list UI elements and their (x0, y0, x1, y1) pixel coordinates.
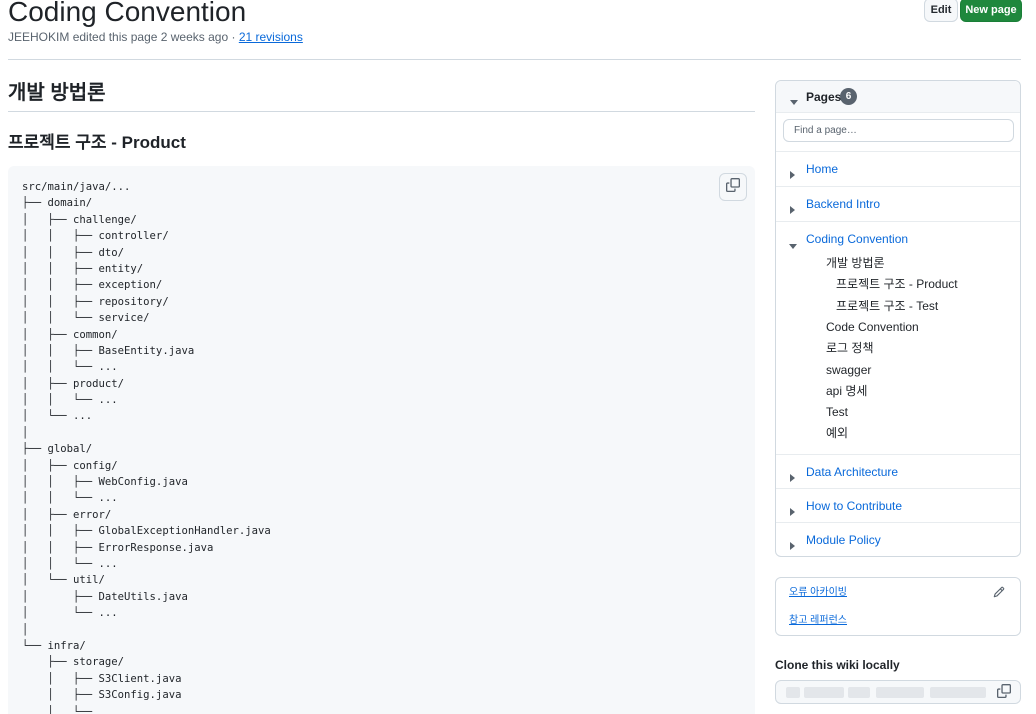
sidebar-item-label[interactable]: Data Architecture (806, 464, 898, 480)
code-line: │ ├── challenge/ (22, 213, 137, 226)
pages-header[interactable]: Pages 6 (776, 81, 1020, 113)
copy-icon[interactable] (997, 684, 1011, 703)
toc-item[interactable]: 로그 정책 (826, 340, 874, 356)
chevron-down-icon (790, 93, 798, 111)
chevron-right-icon (790, 503, 796, 521)
edit-info: edited this page 2 weeks ago · (72, 30, 236, 44)
sidebar-item-label[interactable]: How to Contribute (806, 498, 902, 514)
sidebar-item-label[interactable]: Home (806, 161, 838, 177)
chevron-right-icon (790, 469, 796, 487)
toc-item[interactable]: 프로젝트 구조 - Test (836, 298, 938, 314)
blur-segment (876, 687, 924, 698)
blur-segment (786, 687, 800, 698)
pages-count-badge: 6 (840, 88, 857, 105)
header-divider (8, 59, 1021, 60)
find-page-input[interactable] (783, 119, 1014, 142)
code-line: │ │ ├── GlobalExceptionHandler.java (22, 525, 271, 538)
sidebar-item-coding-convention[interactable]: Coding Convention 개발 방법론 프로젝트 구조 - Produ… (776, 221, 1020, 454)
code-line: ├── domain/ (22, 197, 93, 210)
code-line: │ (22, 623, 29, 636)
code-line: │ │ ├── entity/ (22, 262, 144, 275)
page-title: Coding Convention (8, 0, 247, 27)
code-line: │ ├── common/ (22, 328, 118, 341)
code-line: │ │ └── ... (22, 557, 118, 570)
clone-url-field[interactable] (775, 680, 1021, 704)
toc-item[interactable]: 개발 방법론 (826, 255, 885, 271)
code-lines: src/main/java/... ├── domain/ │ ├── challe… (22, 179, 271, 714)
chevron-down-icon (789, 237, 797, 255)
code-block: src/main/java/... ├── domain/ │ ├── challe… (8, 166, 755, 714)
code-line: │ │ ├── ErrorResponse.java (22, 541, 214, 554)
clone-title: Clone this wiki locally (775, 658, 900, 672)
blur-segment (848, 687, 870, 698)
code-line: src/main/java/... (22, 181, 131, 193)
code-line: │ │ ├── dto/ (22, 246, 125, 259)
code-line: ├── global/ (22, 443, 93, 456)
edit-button[interactable]: Edit (924, 0, 958, 22)
sidebar-item-how-to-contribute[interactable]: How to Contribute (776, 488, 1020, 522)
chevron-right-icon (790, 537, 796, 555)
copy-icon (726, 177, 740, 197)
pages-label: Pages (806, 90, 842, 104)
code-line: │ │ └── ... (22, 492, 118, 505)
code-line: ├── storage/ (22, 656, 125, 669)
sidebar-item-backend-intro[interactable]: Backend Intro (776, 186, 1020, 221)
sidebar-item-label[interactable]: Coding Convention (806, 231, 908, 247)
heading-divider (8, 111, 755, 112)
sidebar-item-label[interactable]: Module Policy (806, 532, 881, 548)
code-line: │ │ └── service/ (22, 312, 150, 325)
code-line: │ ├── product/ (22, 377, 125, 390)
code-line: │ ├── S3Config.java (22, 689, 182, 702)
clone-url-blurred (784, 687, 989, 698)
sidebar-item-label[interactable]: Backend Intro (806, 196, 880, 212)
subsection-heading: 프로젝트 구조 - Product (8, 133, 186, 152)
chevron-right-icon (790, 166, 796, 184)
toc-item[interactable]: 예외 (826, 425, 848, 441)
error-archive-link[interactable]: 오류 아카이빙 (789, 586, 847, 600)
new-page-button[interactable]: New page (960, 0, 1022, 22)
editor-name: JEEHOKIM (8, 30, 70, 44)
code-line: │ └── ... (22, 410, 93, 423)
toc-item[interactable]: api 명세 (826, 383, 867, 399)
custom-sidebar: 오류 아카이빙 참고 레퍼런스 (775, 577, 1021, 636)
sidebar-item-data-architecture[interactable]: Data Architecture (776, 454, 1020, 488)
code-line: │ ├── config/ (22, 459, 118, 472)
code-line: │ (22, 426, 29, 439)
code-line: └── infra/ (22, 639, 86, 652)
code-line: │ ├── S3Client.java (22, 672, 182, 685)
code-line: │ │ ├── exception/ (22, 279, 163, 292)
toc-item[interactable]: Code Convention (826, 319, 919, 335)
code-line: │ │ ├── repository/ (22, 295, 169, 308)
sidebar-item-module-policy[interactable]: Module Policy (776, 522, 1020, 556)
page-meta: JEEHOKIM edited this page 2 weeks ago · … (8, 29, 303, 45)
code-line: │ └── util/ (22, 574, 105, 587)
blur-segment (804, 687, 844, 698)
toc-item[interactable]: Test (826, 404, 848, 420)
sidebar-item-home[interactable]: Home (776, 151, 1020, 186)
code-line: │ │ ├── controller/ (22, 230, 169, 243)
toc-item[interactable]: 프로젝트 구조 - Product (836, 276, 958, 292)
copy-code-button[interactable] (719, 173, 747, 201)
blur-segment (930, 687, 986, 698)
pages-panel: Pages 6 Home Backend Intro Coding Conven… (775, 80, 1021, 557)
code-line: │ │ └── ... (22, 361, 118, 374)
pencil-icon[interactable] (993, 585, 1005, 603)
revisions-link[interactable]: 21 revisions (239, 30, 303, 44)
toc-item[interactable]: swagger (826, 362, 871, 378)
chevron-right-icon (790, 201, 796, 219)
code-line: │ │ └── ... (22, 394, 118, 407)
code-line: │ │ ├── WebConfig.java (22, 476, 188, 489)
code-line: │ └── (22, 705, 93, 714)
code-line: │ ├── error/ (22, 508, 112, 521)
code-line: │ │ ├── BaseEntity.java (22, 344, 195, 357)
section-heading: 개발 방법론 (8, 82, 106, 104)
code-line: │ └── ... (22, 607, 118, 620)
code-line: │ ├── DateUtils.java (22, 590, 188, 603)
reference-link[interactable]: 참고 레퍼런스 (789, 614, 847, 628)
